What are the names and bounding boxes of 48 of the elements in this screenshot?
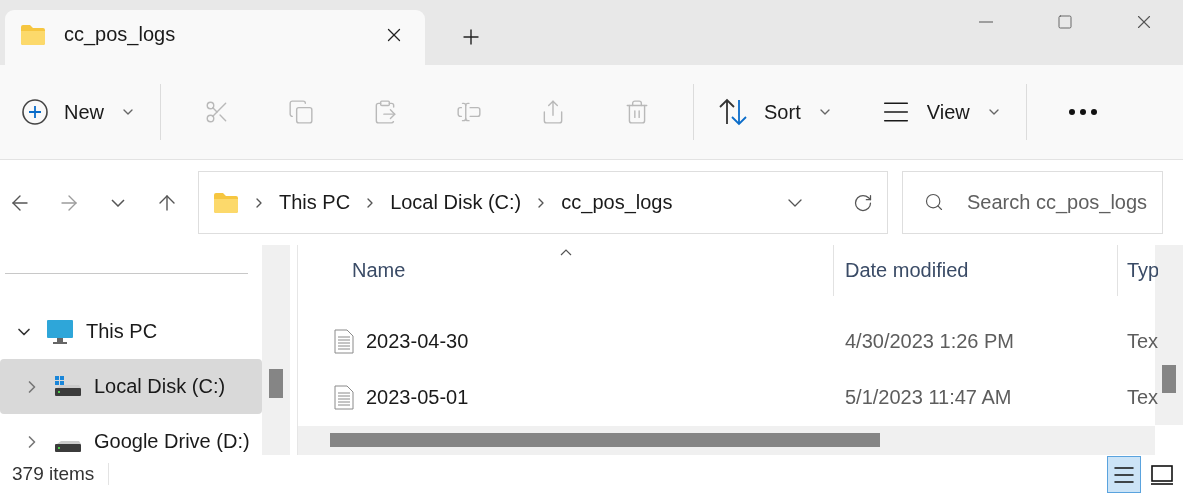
scrollbar[interactable] [262, 245, 290, 455]
type-cell: Tex [1127, 330, 1158, 354]
tab[interactable]: cc_pos_logs [5, 10, 425, 65]
folder-icon [20, 23, 46, 46]
sidebar-item[interactable]: Local Disk (C:) [0, 359, 262, 414]
type-cell: Tex [1127, 386, 1158, 410]
breadcrumb-item[interactable]: This PC [279, 191, 351, 214]
more-icon [1068, 109, 1097, 115]
date-cell: 5/1/2023 11:47 AM [845, 386, 1012, 410]
search-icon [924, 192, 944, 212]
new-button[interactable]: New [12, 84, 146, 140]
copy-icon [288, 99, 314, 125]
sidebar-item-label: This PC [86, 320, 158, 343]
breadcrumb-item[interactable]: cc_pos_logs [561, 191, 673, 214]
sort-icon [718, 98, 748, 126]
column-header[interactable]: Name [298, 245, 834, 296]
breadcrumb-item[interactable]: Local Disk (C:) [390, 191, 522, 214]
text-file-icon [334, 329, 354, 355]
new-icon [22, 99, 48, 125]
date-cell: 4/30/2023 1:26 PM [845, 330, 1014, 354]
delete-icon [624, 99, 650, 125]
refresh-icon[interactable] [853, 192, 873, 213]
text-file-icon [334, 385, 354, 411]
monitor-icon [46, 318, 74, 345]
folder-icon [213, 191, 239, 214]
chevron-down-icon [111, 198, 125, 207]
horizontal-scrollbar[interactable] [298, 425, 1155, 455]
item-count: 379 items [12, 463, 110, 485]
column-header[interactable]: Typ [1118, 245, 1158, 296]
search-field[interactable]: Search cc_pos_logs [902, 171, 1163, 234]
tab-title: cc_pos_logs [64, 23, 177, 46]
maximize-icon [1056, 14, 1073, 30]
system-drive-icon [54, 375, 82, 398]
column-header[interactable]: Date modified [834, 245, 1118, 296]
address-bar[interactable]: This PC Local Disk (C:) cc_pos_logs [198, 171, 888, 234]
details-view-button[interactable] [1107, 456, 1141, 493]
view-button[interactable]: View [870, 84, 1012, 140]
file-name[interactable]: 2023-04-30 [366, 330, 469, 354]
sort-caret-icon [559, 249, 572, 256]
sidebar-item-label: Google Drive (D:) [94, 430, 250, 453]
sidebar-item-label: Local Disk (C:) [94, 375, 226, 398]
tiles-icon [1150, 463, 1174, 486]
sidebar-item[interactable]: This PC [0, 304, 262, 359]
minimize-icon [978, 21, 993, 23]
sort-button[interactable]: Sort [708, 84, 843, 140]
file-name[interactable]: 2023-05-01 [366, 386, 469, 410]
sidebar-item[interactable]: Google Drive (D:) [0, 414, 262, 455]
drive-icon [54, 440, 82, 453]
